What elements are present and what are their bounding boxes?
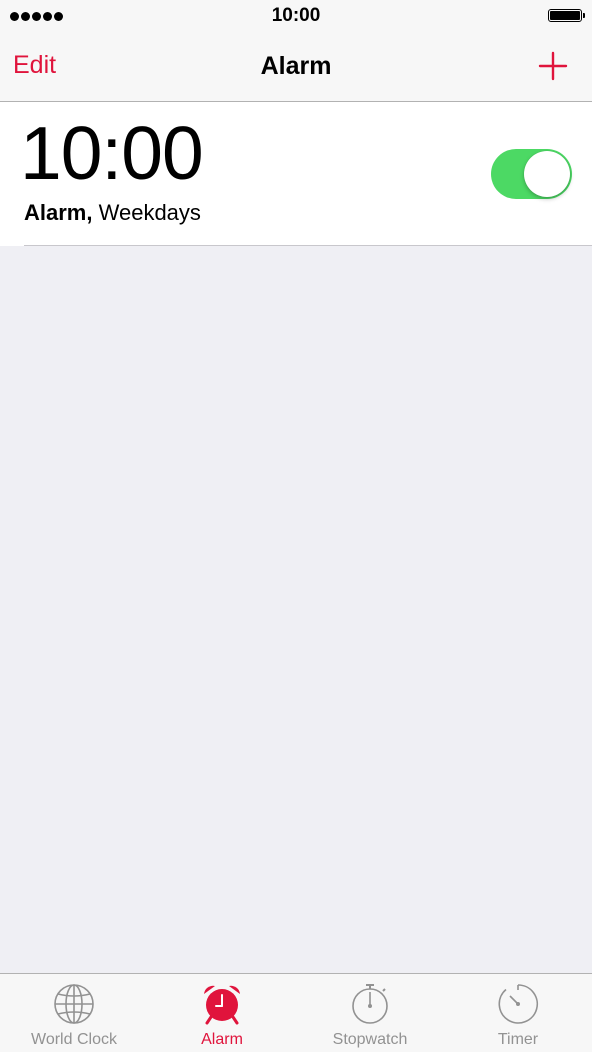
- battery-icon: [548, 9, 585, 22]
- toggle-knob: [524, 151, 570, 197]
- tab-bar: World Clock Alarm Stopwatch Timer: [0, 973, 592, 1052]
- alarm-toggle[interactable]: [491, 149, 572, 199]
- alarm-label: Alarm,: [24, 200, 93, 225]
- alarm-time: 10:00: [20, 111, 204, 195]
- tab-stopwatch[interactable]: Stopwatch: [296, 974, 444, 1052]
- timer-icon: [498, 984, 538, 1024]
- navigation-bar: Edit Alarm: [0, 32, 592, 102]
- tab-label: Alarm: [201, 1031, 243, 1048]
- alarm-repeat: Weekdays: [98, 200, 201, 225]
- tab-label: Timer: [497, 1031, 539, 1048]
- alarm-clock-icon: [204, 985, 240, 1025]
- alarm-subtitle: Alarm, Weekdays: [24, 200, 201, 226]
- status-time: 10:00: [271, 5, 321, 26]
- globe-icon: [54, 984, 94, 1024]
- tab-label: Stopwatch: [332, 1031, 408, 1048]
- row-separator: [24, 245, 592, 246]
- tab-alarm[interactable]: Alarm: [148, 974, 296, 1052]
- plus-icon[interactable]: [538, 51, 568, 81]
- alarm-row[interactable]: 10:00 Alarm, Weekdays: [0, 102, 592, 246]
- tab-timer[interactable]: Timer: [444, 974, 592, 1052]
- stopwatch-icon: [352, 984, 388, 1024]
- tab-label: World Clock: [31, 1031, 117, 1048]
- status-bar: 10:00: [0, 0, 592, 32]
- page-title: Alarm: [260, 52, 332, 80]
- tab-world-clock[interactable]: World Clock: [0, 974, 148, 1052]
